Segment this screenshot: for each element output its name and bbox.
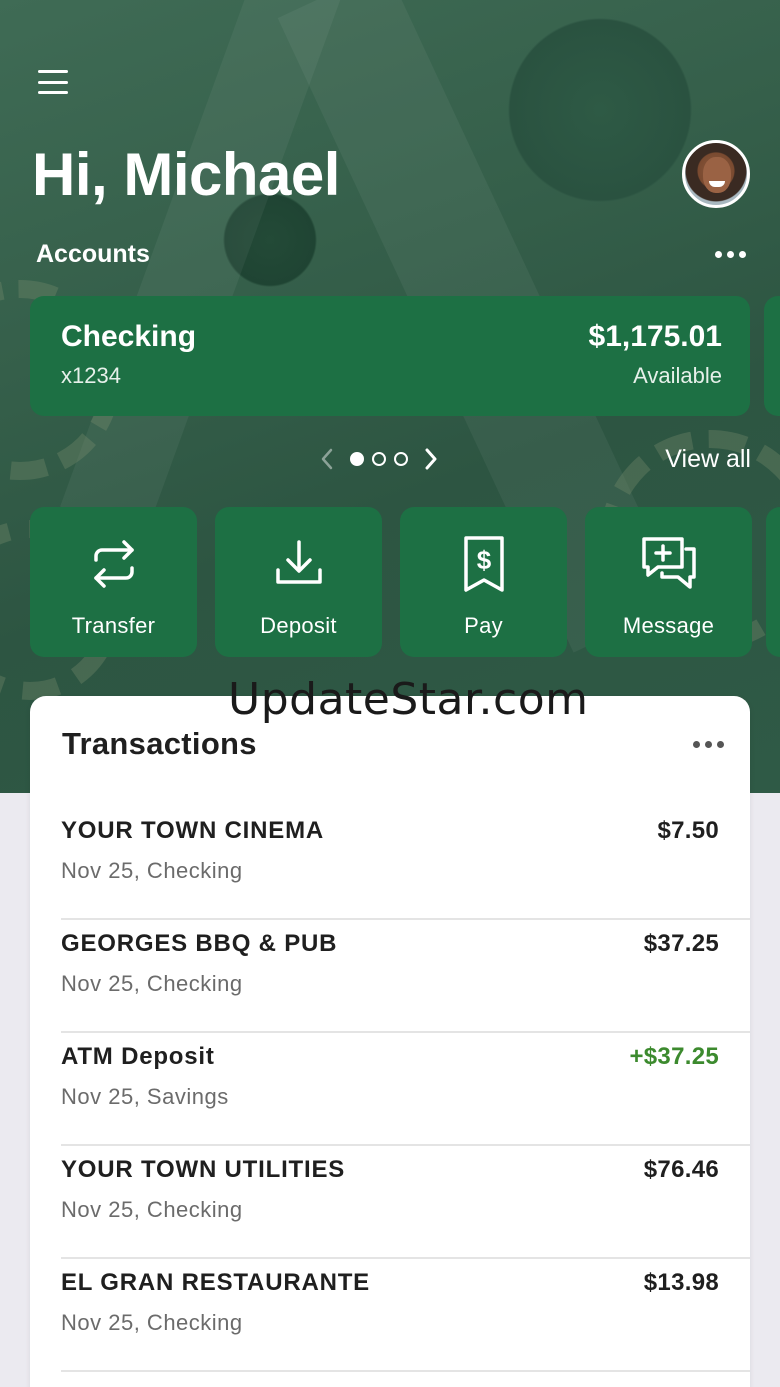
transaction-merchant: YOUR TOWN UTILITIES — [61, 1156, 346, 1183]
transactions-panel: Transactions YOUR TOWN CINEMA Nov 25, Ch… — [30, 696, 750, 1387]
transaction-row[interactable]: ATM Deposit Nov 25, Savings +$37.25 — [61, 1033, 750, 1146]
transaction-amount: $76.46 — [643, 1156, 719, 1183]
pay-bill-icon: $ — [455, 535, 513, 593]
account-number: x1234 — [61, 363, 121, 388]
avatar[interactable] — [682, 140, 750, 208]
transaction-amount: $37.25 — [643, 930, 719, 957]
greeting: Hi, Michael — [32, 141, 340, 208]
deposit-button[interactable]: Deposit — [215, 507, 382, 657]
transaction-amount: +$37.25 — [629, 1043, 719, 1070]
message-add-icon — [640, 535, 698, 593]
watermark-text: UpdateStar.com — [228, 674, 589, 725]
transaction-row[interactable]: EL GRAN RESTAURANTE Nov 25, Checking $13… — [61, 1259, 750, 1372]
chevron-right-icon[interactable] — [416, 444, 446, 474]
account-balance: $1,175.01 — [588, 320, 722, 353]
transaction-row[interactable]: YOUR TOWN UTILITIES Nov 25, Checking $76… — [61, 1146, 750, 1259]
account-card-next-peek[interactable] — [764, 296, 780, 416]
account-name: Checking — [61, 320, 197, 353]
transaction-meta: Nov 25, Checking — [61, 858, 243, 883]
chevron-left-icon[interactable] — [312, 444, 342, 474]
pay-label: Pay — [464, 613, 503, 638]
accounts-label: Accounts — [36, 240, 150, 268]
svg-text:$: $ — [476, 545, 491, 575]
page-dot-2[interactable] — [372, 452, 386, 466]
transaction-amount: $7.50 — [657, 817, 719, 844]
transaction-meta: Nov 25, Checking — [61, 1197, 243, 1222]
transaction-row[interactable]: GEORGES BBQ & PUB Nov 25, Checking $37.2… — [61, 920, 750, 1033]
pay-button[interactable]: $ Pay — [400, 507, 567, 657]
deposit-icon — [270, 535, 328, 593]
page-dot-3[interactable] — [394, 452, 408, 466]
transactions-list: YOUR TOWN CINEMA Nov 25, Checking $7.50 … — [61, 807, 750, 1372]
account-balance-label: Available — [633, 363, 722, 388]
message-label: Message — [622, 613, 715, 638]
quick-actions: Transfer Deposit $ Pay Message — [30, 507, 752, 657]
transfer-button[interactable]: Transfer — [30, 507, 197, 657]
deposit-label: Deposit — [260, 613, 337, 638]
account-card-checking[interactable]: Checking x1234 $1,175.01 Available — [30, 296, 750, 416]
transaction-meta: Nov 25, Savings — [61, 1084, 229, 1109]
transaction-amount: $13.98 — [643, 1269, 719, 1296]
transaction-meta: Nov 25, Checking — [61, 1310, 243, 1335]
page-dot-1[interactable] — [350, 452, 364, 466]
transaction-merchant: ATM Deposit — [61, 1043, 215, 1070]
view-all-link[interactable]: View all — [665, 445, 751, 474]
message-button[interactable]: Message — [585, 507, 752, 657]
transaction-merchant: EL GRAN RESTAURANTE — [61, 1269, 370, 1296]
action-next-peek[interactable] — [766, 507, 780, 657]
carousel-pager — [312, 444, 446, 474]
transfer-icon — [85, 535, 143, 593]
transaction-row[interactable]: YOUR TOWN CINEMA Nov 25, Checking $7.50 — [61, 807, 750, 920]
transaction-merchant: YOUR TOWN CINEMA — [61, 817, 325, 844]
transaction-merchant: GEORGES BBQ & PUB — [61, 930, 338, 957]
menu-icon[interactable] — [38, 70, 68, 94]
transaction-meta: Nov 25, Checking — [61, 971, 243, 996]
transfer-label: Transfer — [71, 613, 156, 638]
transactions-more-icon[interactable] — [693, 741, 724, 748]
accounts-more-icon[interactable] — [715, 251, 746, 258]
transactions-title: Transactions — [62, 726, 257, 761]
